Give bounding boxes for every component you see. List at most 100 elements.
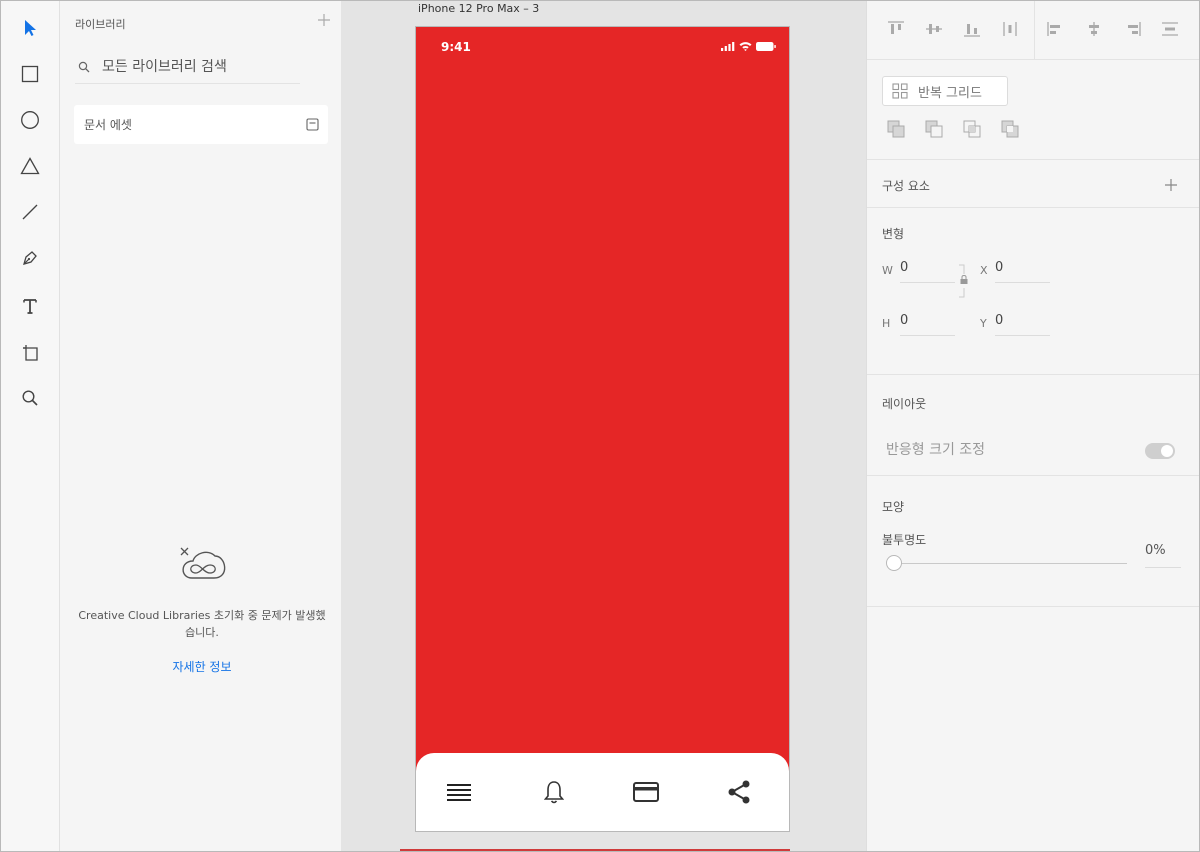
opacity-label: 불투명도 (882, 533, 927, 547)
align-center-icon (1089, 22, 1099, 36)
align-top-icon (888, 21, 904, 34)
add-component-button[interactable] (1161, 175, 1181, 195)
height-input[interactable] (900, 313, 950, 328)
align-left-button[interactable] (1045, 18, 1067, 40)
boolean-intersect-icon (963, 120, 981, 138)
distribute-horizontal-button[interactable] (999, 18, 1021, 40)
text-tool[interactable] (15, 291, 45, 321)
artboard-icon (23, 345, 38, 361)
align-right-icon (1128, 22, 1141, 36)
artboard-name[interactable]: iPhone 12 Pro Max – 3 (418, 2, 539, 15)
x-input[interactable] (995, 260, 1045, 275)
repeat-grid-label: 반복 그리드 (918, 85, 982, 101)
boolean-add-icon (887, 120, 905, 138)
battery-icon (756, 41, 776, 51)
align-center-button[interactable] (1083, 18, 1105, 40)
distribute-vertical-icon (1162, 22, 1178, 36)
boolean-exclude-icon (1001, 120, 1019, 138)
more-info-link[interactable]: 자세한 정보 (75, 658, 329, 675)
appearance-title: 모양 (882, 500, 905, 514)
repeat-grid-button[interactable]: 반복 그리드 (882, 76, 1008, 106)
zoom-tool[interactable] (15, 383, 45, 413)
align-top-button[interactable] (885, 18, 907, 40)
plus-icon (318, 14, 330, 26)
menu-icon (447, 784, 471, 801)
y-input[interactable] (995, 313, 1045, 328)
design-canvas[interactable]: iPhone 12 Pro Max – 3 9:41 (341, 1, 866, 851)
boolean-add-button[interactable] (885, 118, 907, 140)
alignment-separator (1034, 1, 1035, 59)
width-input[interactable] (900, 260, 950, 275)
align-middle-button[interactable] (923, 18, 945, 40)
library-error-message: Creative Cloud Libraries 초기화 중 문제가 발생했습니… (78, 609, 326, 639)
status-bar-icons (721, 41, 776, 51)
signal-icon (721, 41, 735, 51)
tab-notifications[interactable] (539, 777, 569, 807)
artboard[interactable]: 9:41 (415, 26, 790, 832)
line-tool[interactable] (15, 197, 45, 227)
status-bar-time: 9:41 (441, 40, 471, 54)
align-bottom-button[interactable] (961, 18, 983, 40)
distribute-horizontal-icon (1003, 22, 1017, 36)
artboard-selection-edge (400, 849, 790, 851)
x-field[interactable] (995, 260, 1050, 283)
components-title: 구성 요소 (882, 179, 930, 193)
layout-title: 레이아웃 (882, 397, 927, 411)
components-section: 구성 요소 (867, 160, 1199, 208)
toggle-knob (1161, 445, 1173, 457)
magnifier-icon (22, 390, 38, 406)
tab-payment[interactable] (631, 777, 661, 807)
repeat-grid-section: 반복 그리드 (867, 59, 1199, 160)
width-label: W (882, 264, 893, 277)
triangle-icon (20, 157, 40, 175)
rectangle-tool[interactable] (15, 59, 45, 89)
align-bottom-icon (964, 24, 980, 37)
libraries-title: 라이브러리 (75, 18, 126, 31)
library-search (75, 51, 300, 84)
tool-rail (1, 1, 60, 851)
tab-menu[interactable] (444, 777, 474, 807)
height-label: H (882, 317, 891, 330)
appearance-section: 모양 불투명도 0% (867, 476, 1199, 607)
opacity-slider-track[interactable] (895, 563, 1127, 564)
y-label: Y (980, 317, 987, 330)
y-field[interactable] (995, 313, 1050, 336)
document-assets-card[interactable]: 문서 에셋 (74, 105, 328, 144)
layout-section: 레이아웃 반응형 크기 조정 (867, 375, 1199, 476)
circle-icon (21, 111, 39, 129)
line-icon (22, 204, 38, 220)
align-middle-icon (926, 24, 942, 34)
alignment-toolbar (867, 1, 1199, 60)
select-tool[interactable] (15, 13, 45, 43)
plus-icon (1165, 179, 1177, 191)
align-right-button[interactable] (1121, 18, 1143, 40)
responsive-resize-toggle[interactable] (1145, 443, 1175, 459)
boolean-subtract-icon (925, 120, 943, 138)
tab-share[interactable] (724, 777, 754, 807)
artboard-tool[interactable] (15, 337, 45, 367)
opacity-slider-handle[interactable] (886, 555, 902, 571)
boolean-exclude-button[interactable] (999, 118, 1021, 140)
ellipse-tool[interactable] (15, 105, 45, 135)
property-inspector: 반복 그리드 구성 요소 변형 W X (866, 1, 1199, 851)
rectangle-icon (21, 65, 39, 83)
opacity-field[interactable]: 0% (1145, 543, 1181, 568)
pen-tool[interactable] (15, 243, 45, 273)
distribute-vertical-button[interactable] (1159, 18, 1181, 40)
height-field[interactable] (900, 313, 955, 336)
boolean-intersect-button[interactable] (961, 118, 983, 140)
bottom-tab-bar (416, 753, 789, 831)
aspect-lock[interactable] (958, 264, 970, 298)
share-icon (728, 780, 750, 804)
app-window: 라이브러리 문서 에셋 Creative Cloud Libraries 초기화… (0, 0, 1200, 852)
grid-icon (892, 83, 908, 99)
arrow-pointer-icon (25, 20, 36, 36)
add-library-button[interactable] (314, 10, 334, 30)
boolean-subtract-button[interactable] (923, 118, 945, 140)
polygon-tool[interactable] (15, 151, 45, 181)
library-search-input[interactable] (102, 59, 292, 75)
wifi-icon (739, 42, 752, 51)
document-assets-icon[interactable] (306, 118, 320, 132)
width-field[interactable] (900, 260, 955, 283)
text-icon (23, 299, 37, 314)
